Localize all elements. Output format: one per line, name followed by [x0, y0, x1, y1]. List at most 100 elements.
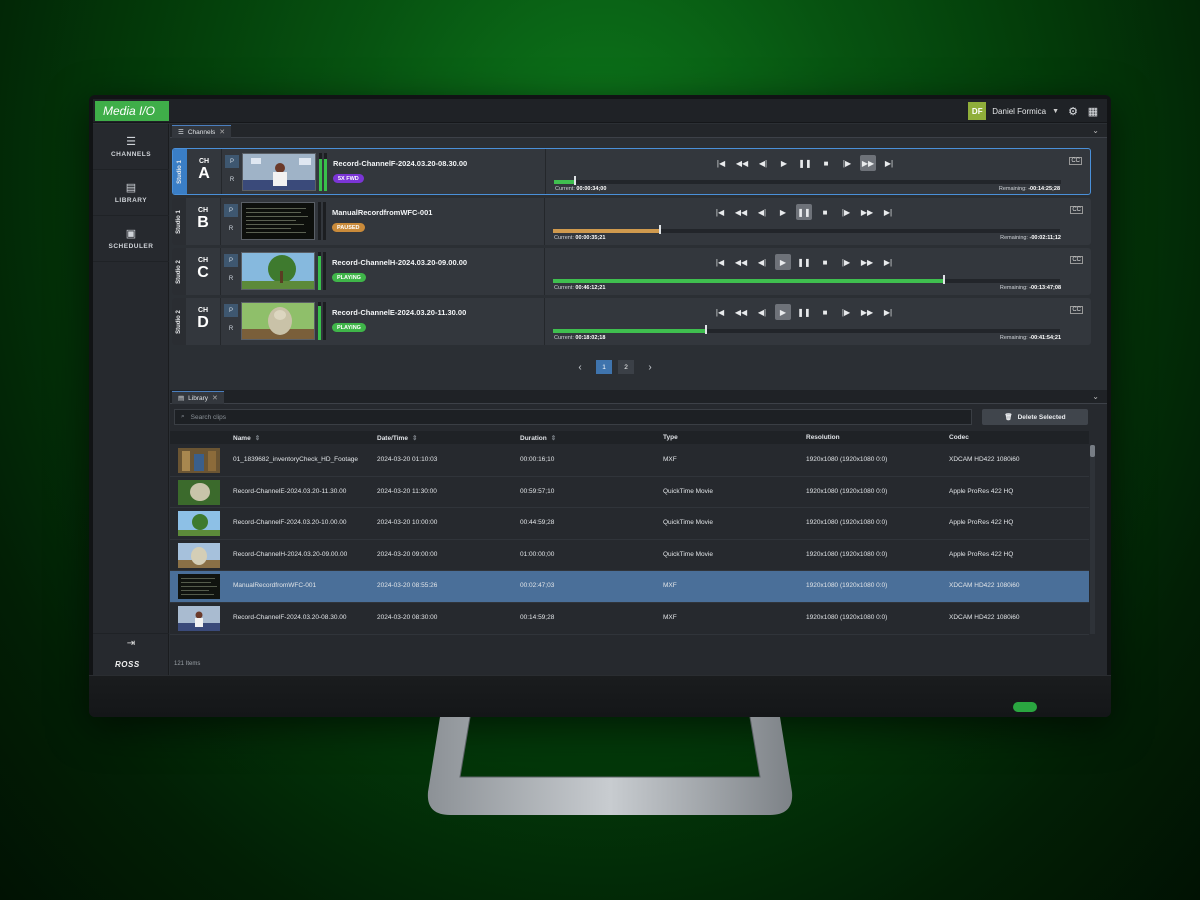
pause-icon[interactable]: ❚❚ [796, 204, 812, 220]
skip-end-icon[interactable]: ▶| [880, 204, 896, 220]
current-label: Current: [554, 335, 574, 341]
close-icon[interactable]: ✕ [212, 394, 218, 402]
chevron-down-icon[interactable]: ⌄ [1092, 126, 1099, 135]
page-button-2[interactable]: 2 [618, 360, 634, 374]
channel-label: CH D [190, 307, 216, 331]
step-back-icon[interactable]: ◀| [755, 155, 771, 171]
skip-end-icon[interactable]: ▶| [880, 304, 896, 320]
fast-forward-icon[interactable]: ▶▶ [859, 304, 875, 320]
stop-icon[interactable]: ■ [817, 204, 833, 220]
logout-icon[interactable]: ⇥ [93, 633, 169, 653]
tab-channels[interactable]: ☰ Channels ✕ [172, 125, 232, 138]
channel-row-a[interactable]: Studio 1 CH A P R Record-ChannelF-2024.0… [172, 148, 1091, 195]
pause-icon[interactable]: ❚❚ [796, 304, 812, 320]
skip-end-icon[interactable]: ▶| [880, 254, 896, 270]
cell-codec: XDCAM HD422 1080i60 [949, 456, 1020, 463]
sidebar-item-library[interactable]: ▤ LIBRARY [93, 170, 169, 216]
table-row[interactable]: ManualRecordfromWFC-001 2024-03-20 08:55:… [170, 571, 1089, 603]
table-row[interactable]: Record-ChannelF-2024.03.20-08.30.00 2024-… [170, 603, 1089, 635]
pause-icon[interactable]: ❚❚ [796, 254, 812, 270]
captions-icon[interactable]: CC [1070, 256, 1083, 264]
channel-row-d[interactable]: Studio 2 CH D P R Record-ChannelE-2024.0… [172, 298, 1091, 345]
step-back-icon[interactable]: ◀| [754, 254, 770, 270]
skip-start-icon[interactable]: |◀ [713, 155, 729, 171]
step-back-icon[interactable]: ◀| [754, 204, 770, 220]
skip-start-icon[interactable]: |◀ [712, 254, 728, 270]
search-input[interactable]: ⌕ Search clips [174, 409, 972, 425]
table-row[interactable]: 01_1839682_inventoryCheck_HD_Footage 2024… [170, 445, 1089, 477]
rewind-icon[interactable]: ◀◀ [733, 204, 749, 220]
sidebar-item-channels[interactable]: ☰ CHANNELS [93, 124, 169, 170]
scrub-bar[interactable] [554, 176, 1061, 185]
play-icon[interactable]: ▶ [775, 254, 791, 270]
grid-icon[interactable]: ▦ [1085, 103, 1101, 119]
record-button[interactable]: R [224, 322, 238, 335]
play-icon[interactable]: ▶ [775, 304, 791, 320]
channel-row-c[interactable]: Studio 2 CH C P R Record-ChannelH-2024.0… [172, 248, 1091, 295]
rewind-icon[interactable]: ◀◀ [734, 155, 750, 171]
close-icon[interactable]: ✕ [219, 128, 225, 136]
chevron-right-icon[interactable]: › [640, 362, 660, 373]
delete-selected-button[interactable]: 🗑 Delete Selected [982, 409, 1088, 425]
stop-icon[interactable]: ■ [817, 304, 833, 320]
pause-icon[interactable]: ❚❚ [797, 155, 813, 171]
preview-button[interactable]: P [225, 155, 239, 168]
gear-icon[interactable]: ⚙ [1065, 103, 1081, 119]
rewind-icon[interactable]: ◀◀ [733, 304, 749, 320]
preview-button[interactable]: P [224, 304, 238, 317]
fast-forward-icon[interactable]: ▶▶ [860, 155, 876, 171]
play-icon[interactable]: ▶ [776, 155, 792, 171]
skip-start-icon[interactable]: |◀ [712, 204, 728, 220]
user-menu[interactable]: DF Daniel Formica ▼ [968, 102, 1059, 120]
chevron-down-icon[interactable]: ⌄ [1092, 392, 1099, 401]
scrub-bar[interactable] [553, 225, 1060, 234]
step-forward-icon[interactable]: |▶ [838, 204, 854, 220]
remaining-time: Remaining: -00:41:54;21 [1000, 335, 1061, 341]
play-icon[interactable]: ▶ [775, 204, 791, 220]
column-header-datetime[interactable]: Date/Time ⇕ [377, 434, 417, 442]
record-button[interactable]: R [225, 173, 239, 186]
rewind-icon[interactable]: ◀◀ [733, 254, 749, 270]
table-row[interactable]: Record-ChannelF-2024.03.20-10.00.00 2024-… [170, 508, 1089, 540]
fast-forward-icon[interactable]: ▶▶ [859, 254, 875, 270]
column-header-codec[interactable]: Codec [949, 434, 969, 441]
column-header-duration[interactable]: Duration ⇕ [520, 434, 556, 442]
table-row[interactable]: Record-ChannelH-2024.03.20-09.00.00 2024-… [170, 540, 1089, 572]
sidebar-item-label: LIBRARY [114, 197, 148, 204]
captions-icon[interactable]: CC [1070, 306, 1083, 314]
tab-library[interactable]: ▤ Library ✕ [172, 391, 224, 404]
scrub-bar[interactable] [553, 275, 1060, 284]
cell-datetime: 2024-03-20 08:30:00 [377, 613, 438, 621]
column-header-name[interactable]: Name ⇕ [233, 434, 260, 442]
remaining-label: Remaining: [999, 335, 1028, 341]
step-forward-icon[interactable]: |▶ [838, 304, 854, 320]
captions-icon[interactable]: CC [1069, 157, 1082, 165]
current-value: 00:00:35;21 [575, 235, 606, 241]
app-logo[interactable]: Media I/O [95, 101, 169, 121]
record-button[interactable]: R [224, 272, 238, 285]
preview-button[interactable]: P [224, 254, 238, 267]
column-header-resolution[interactable]: Resolution [806, 434, 840, 441]
cell-type: QuickTime Movie [663, 487, 713, 495]
captions-icon[interactable]: CC [1070, 206, 1083, 214]
preview-button[interactable]: P [224, 204, 238, 217]
sidebar-item-scheduler[interactable]: ▣ SCHEDULER [93, 216, 169, 262]
scrollbar[interactable] [1090, 445, 1095, 634]
step-forward-icon[interactable]: |▶ [838, 254, 854, 270]
table-row[interactable]: Record-ChannelE-2024.03.20-11.30.00 2024-… [170, 477, 1089, 509]
chevron-left-icon[interactable]: ‹ [570, 362, 590, 373]
step-back-icon[interactable]: ◀| [754, 304, 770, 320]
column-header-type[interactable]: Type [663, 434, 678, 441]
skip-start-icon[interactable]: |◀ [712, 304, 728, 320]
stop-icon[interactable]: ■ [817, 254, 833, 270]
fast-forward-icon[interactable]: ▶▶ [859, 204, 875, 220]
page-button-1[interactable]: 1 [596, 360, 612, 374]
skip-end-icon[interactable]: ▶| [881, 155, 897, 171]
scrub-bar[interactable] [553, 325, 1060, 334]
cell-type: MXF [663, 582, 677, 590]
step-forward-icon[interactable]: |▶ [839, 155, 855, 171]
scrollbar-thumb[interactable] [1090, 445, 1095, 457]
record-button[interactable]: R [224, 222, 238, 235]
channel-row-b[interactable]: Studio 1 CH B P R ManualRecordfromWFC-00… [172, 198, 1091, 245]
stop-icon[interactable]: ■ [818, 155, 834, 171]
